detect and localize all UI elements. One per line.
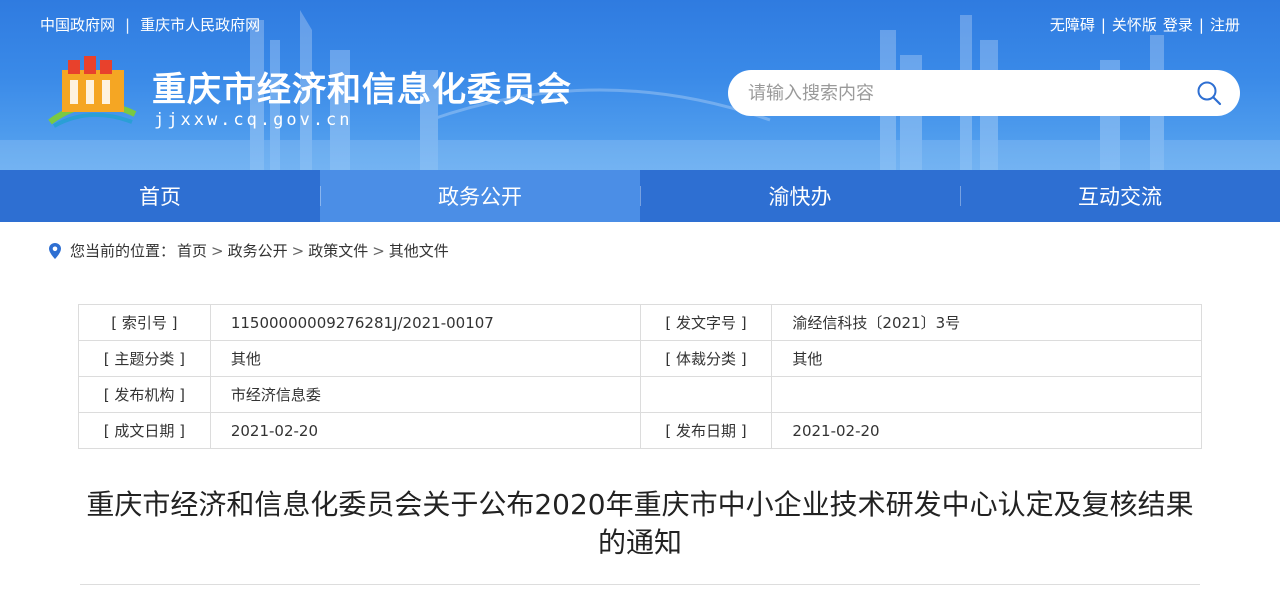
separator: | — [1198, 15, 1204, 34]
doc-number-label: [ 发文字号 ] — [639, 304, 773, 341]
divider — [80, 584, 1200, 585]
index-value: 11500000009276281J/2021-00107 — [209, 304, 641, 341]
chongqing-gov-link[interactable]: 重庆市人民政府网 — [140, 14, 260, 35]
document-info-table: [ 索引号 ] 11500000009276281J/2021-00107 [ … — [78, 304, 1202, 449]
site-title: 重庆市经济和信息化委员会 — [152, 70, 572, 110]
breadcrumb-gov-affairs[interactable]: 政务公开 — [228, 240, 288, 261]
breadcrumb-home[interactable]: 首页 — [177, 240, 207, 261]
nav-gov-affairs[interactable]: 政务公开 — [320, 170, 640, 222]
breadcrumb-other-docs[interactable]: 其他文件 — [389, 240, 449, 261]
created-date-label: [ 成文日期 ] — [78, 412, 211, 449]
doc-number-value: 渝经信科技〔2021〕3号 — [771, 304, 1202, 341]
table-row: [ 索引号 ] 11500000009276281J/2021-00107 [ … — [78, 304, 1202, 341]
top-links-left: 中国政府网 | 重庆市人民政府网 — [40, 14, 260, 35]
accessibility-link[interactable]: 无障碍 — [1050, 14, 1095, 35]
genre-value: 其他 — [771, 340, 1202, 377]
table-row: [ 主题分类 ] 其他 [ 体裁分类 ] 其他 — [78, 340, 1202, 377]
search-icon[interactable] — [1196, 80, 1222, 106]
breadcrumb-separator: > — [291, 241, 305, 260]
empty-cell — [771, 376, 1202, 413]
login-link[interactable]: 登录 — [1163, 14, 1193, 35]
issuer-value: 市经济信息委 — [209, 376, 641, 413]
breadcrumb-separator: > — [211, 241, 224, 260]
main-nav: 首页 政务公开 渝快办 互动交流 — [0, 170, 1280, 222]
breadcrumb: 您当前的位置： 首页 > 政务公开 > 政策文件 > 其他文件 — [48, 240, 449, 261]
nav-home[interactable]: 首页 — [0, 170, 320, 222]
topic-label: [ 主题分类 ] — [78, 340, 211, 377]
location-pin-icon — [49, 242, 61, 259]
breadcrumb-policy-docs[interactable]: 政策文件 — [308, 240, 368, 261]
table-row: [ 成文日期 ] 2021-02-20 [ 发布日期 ] 2021-02-20 — [78, 412, 1202, 449]
search-box — [728, 70, 1240, 116]
separator: | — [1100, 15, 1106, 34]
search-input[interactable] — [728, 71, 1168, 115]
topic-value: 其他 — [209, 340, 641, 377]
nav-yukuaiban[interactable]: 渝快办 — [640, 170, 960, 222]
register-link[interactable]: 注册 — [1210, 14, 1240, 35]
index-label: [ 索引号 ] — [78, 304, 211, 341]
top-links-right: 无障碍 | 关怀版 登录 | 注册 — [1050, 14, 1240, 35]
created-date-value: 2021-02-20 — [209, 412, 641, 449]
published-date-value: 2021-02-20 — [771, 412, 1202, 449]
empty-cell — [639, 376, 773, 413]
site-logo-icon — [48, 56, 137, 128]
site-header: 中国政府网 | 重庆市人民政府网 无障碍 | 关怀版 登录 | 注册 重庆市经济… — [0, 0, 1280, 170]
site-domain: jjxxw.cq.gov.cn — [154, 110, 353, 130]
breadcrumb-prefix: 您当前的位置： — [70, 242, 176, 260]
separator: | — [125, 15, 131, 34]
china-gov-link[interactable]: 中国政府网 — [40, 14, 115, 35]
breadcrumb-separator: > — [372, 241, 385, 260]
published-date-label: [ 发布日期 ] — [639, 412, 773, 449]
article-title: 重庆市经济和信息化委员会关于公布2020年重庆市中小企业技术研发中心认定及复核结… — [86, 488, 1194, 559]
genre-label: [ 体裁分类 ] — [639, 340, 773, 377]
elder-mode-link[interactable]: 关怀版 — [1112, 14, 1157, 35]
issuer-label: [ 发布机构 ] — [78, 376, 211, 413]
table-row: [ 发布机构 ] 市经济信息委 — [78, 376, 1202, 413]
nav-interaction[interactable]: 互动交流 — [960, 170, 1280, 222]
